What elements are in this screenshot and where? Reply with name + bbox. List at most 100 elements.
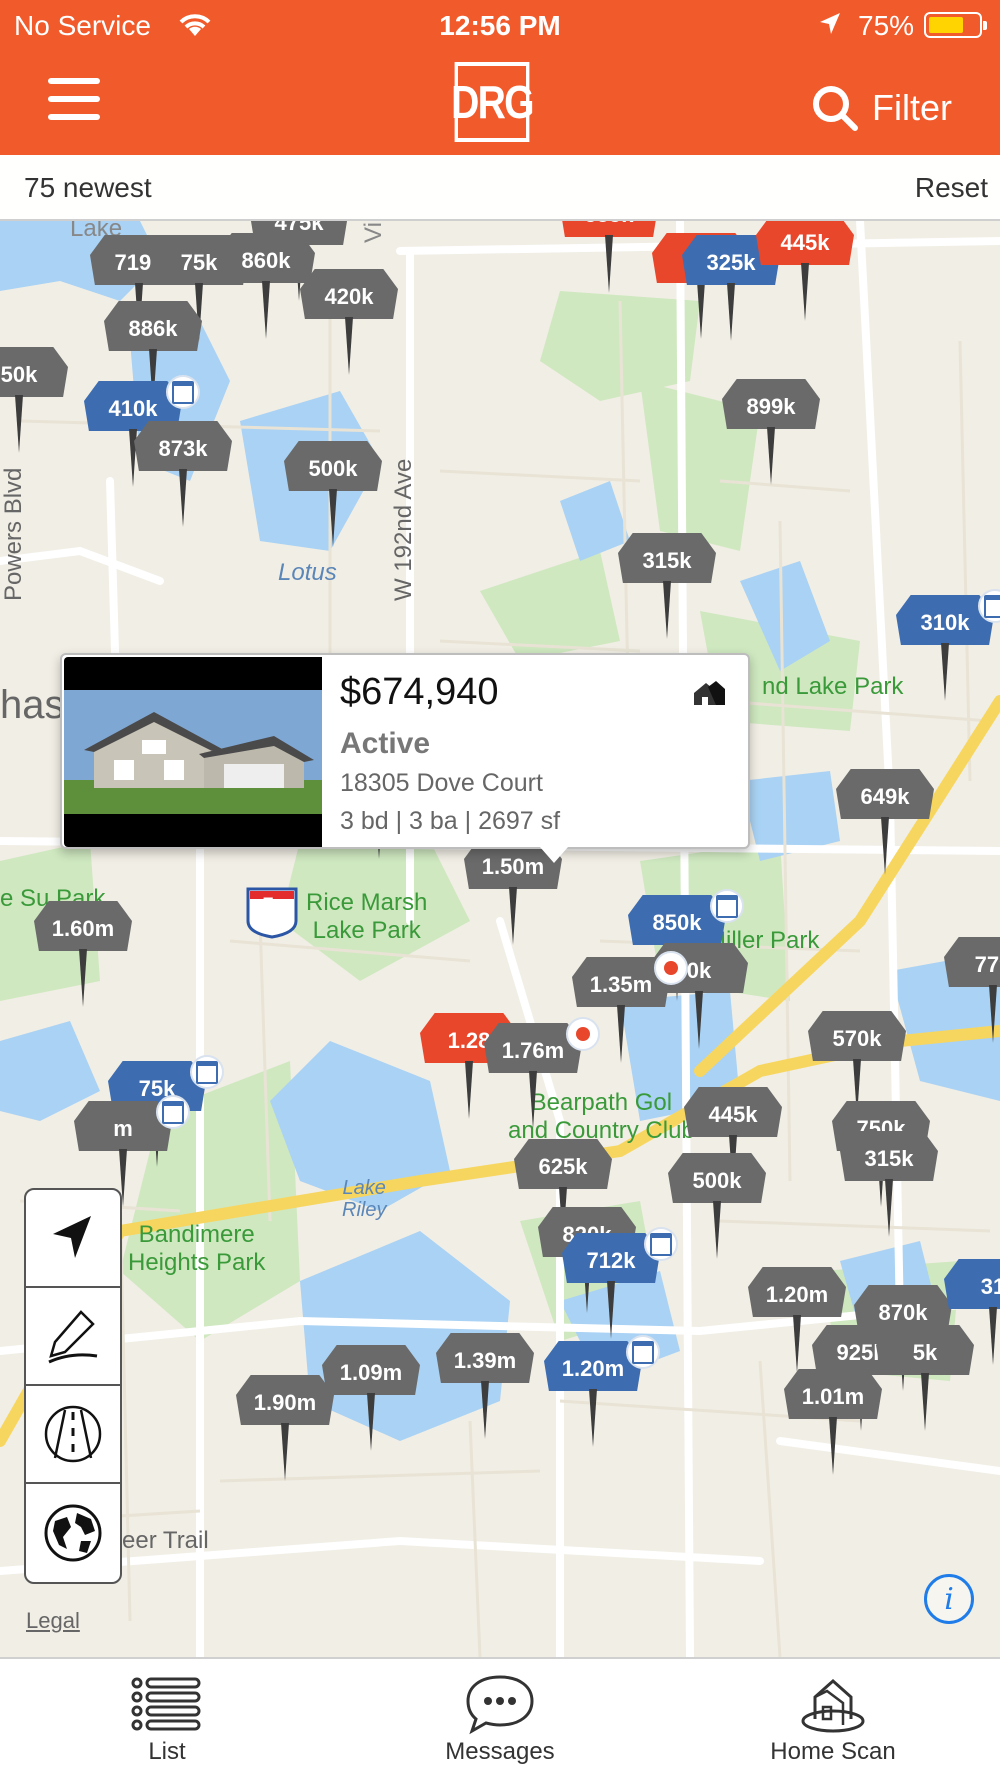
listing-pin-price: 1.39m	[436, 1333, 534, 1383]
info-button[interactable]: i	[924, 1574, 974, 1624]
listing-pin-stem	[589, 1389, 597, 1447]
listing-pin-price: 500k	[668, 1153, 766, 1203]
listing-pin[interactable]: 500k	[668, 1153, 766, 1263]
listing-pin-price: 1.20m	[748, 1267, 846, 1317]
battery-icon	[924, 12, 987, 38]
tab-list-label: List	[148, 1738, 186, 1765]
listing-pin[interactable]: 1.20m	[544, 1335, 660, 1451]
listing-pin-stem	[713, 1201, 721, 1259]
reset-button[interactable]: Reset	[915, 172, 988, 204]
listing-pin-price: 625k	[514, 1139, 612, 1189]
listing-pin-price: 779	[944, 937, 1000, 987]
open-house-calendar-icon	[190, 1055, 224, 1089]
filter-label: Filter	[872, 87, 952, 128]
listing-pin[interactable]: 712k	[562, 1227, 678, 1343]
listing-pin[interactable]: 5k	[876, 1325, 974, 1435]
listing-pin-price: 1.09m	[322, 1345, 420, 1395]
listing-pin[interactable]: 899k	[722, 379, 820, 489]
tab-messages-label: Messages	[445, 1738, 555, 1765]
listing-pin-stem	[941, 643, 949, 701]
listing-pin[interactable]: 1.90m	[236, 1375, 334, 1485]
listing-pin-price: 5k	[876, 1325, 974, 1375]
listing-pin-stem	[767, 427, 775, 485]
listing-pin-price: 535k	[560, 221, 658, 237]
listing-pin[interactable]: 310k	[896, 589, 1000, 705]
listing-pin-stem	[329, 489, 337, 547]
price-change-dot-icon	[566, 1017, 600, 1051]
listing-pin-price: 886k	[104, 301, 202, 351]
listing-pin-stem	[801, 263, 809, 321]
hamburger-icon	[48, 78, 100, 84]
listing-pin-price: 1.90m	[236, 1375, 334, 1425]
listing-pin[interactable]: 500k	[284, 441, 382, 551]
listing-pin-stem	[881, 817, 889, 875]
tab-home-scan[interactable]: Home Scan	[733, 1659, 933, 1778]
drg-logo: DRG	[451, 62, 535, 142]
listing-pin[interactable]: 315k	[840, 1131, 938, 1241]
listing-pin[interactable]: 1.50m	[464, 839, 562, 949]
tab-home-scan-label: Home Scan	[770, 1738, 896, 1765]
listing-pin[interactable]: 1.76m	[484, 1017, 600, 1133]
listing-pin[interactable]: 315k	[618, 533, 716, 643]
listing-pin-price: 315k	[618, 533, 716, 583]
road-view-button[interactable]	[26, 1386, 120, 1484]
lake-label-riley: Lake Riley	[342, 1177, 387, 1221]
listing-pin-price: 445k	[756, 221, 854, 265]
listing-pin-stem	[989, 985, 997, 1043]
menu-button[interactable]	[48, 78, 100, 124]
listing-pin-stem	[367, 1393, 375, 1451]
map-label-trail: eer Trail	[122, 1527, 209, 1554]
listing-pin-stem	[481, 1381, 489, 1439]
listing-pin-price: 1.01m	[784, 1369, 882, 1419]
listing-pin[interactable]: 420k	[300, 269, 398, 379]
listing-pin[interactable]: 779	[944, 937, 1000, 1047]
locate-me-button[interactable]	[26, 1190, 120, 1288]
listing-pin-price: 1.60m	[34, 901, 132, 951]
listing-pin-stem	[607, 1281, 615, 1339]
listing-pin-price: 420k	[300, 269, 398, 319]
listing-pin-price: 50k	[0, 347, 68, 397]
listing-pin[interactable]: 1.09m	[322, 1345, 420, 1455]
listing-pin[interactable]: 50k	[0, 347, 68, 457]
listing-pin-price: 500k	[284, 441, 382, 491]
listing-pin[interactable]: 1.01m	[784, 1369, 882, 1479]
listing-specs: 3 bd | 3 ba | 2697 sf	[340, 807, 561, 835]
listing-pin[interactable]: 445k	[756, 221, 854, 325]
listing-pin[interactable]: 1.39m	[436, 1333, 534, 1443]
open-house-calendar-icon	[156, 1095, 190, 1129]
listing-pin-price: 31	[944, 1259, 1000, 1309]
listing-pin[interactable]: 1.60m	[34, 901, 132, 1011]
open-house-calendar-icon	[644, 1227, 678, 1261]
map-type-button[interactable]	[26, 1484, 120, 1582]
price-change-dot-icon	[654, 951, 688, 985]
listing-pin-price: 445k	[684, 1087, 782, 1137]
tab-list[interactable]: List	[67, 1659, 267, 1778]
map-view[interactable]: Lake Vine H W 192nd Ave Powers Blvd Lotu…	[0, 221, 1000, 1657]
listing-pin[interactable]: 649k	[836, 769, 934, 879]
pencil-draw-icon	[48, 1310, 98, 1364]
location-services-icon	[820, 13, 840, 34]
legal-link[interactable]: Legal	[26, 1608, 80, 1634]
tab-messages[interactable]: Messages	[400, 1659, 600, 1778]
app-header: No Service 12:56 PM 75% DRG Filter	[0, 0, 1000, 155]
globe-icon	[44, 1504, 102, 1562]
listing-pin-stem	[663, 581, 671, 639]
listing-pin[interactable]: 535k	[560, 221, 658, 297]
filter-button[interactable]: Filter	[810, 80, 952, 136]
results-count: 75 newest	[24, 172, 152, 203]
listing-pin-stem	[617, 1005, 625, 1063]
location-arrow-icon	[53, 1216, 91, 1258]
search-icon	[813, 86, 858, 131]
listing-pin[interactable]: 873k	[134, 421, 232, 531]
listing-pin-stem	[793, 1315, 801, 1373]
status-time: 12:56 PM	[439, 10, 561, 41]
listing-pin-price: 570k	[808, 1011, 906, 1061]
home-scan-icon	[801, 1678, 865, 1733]
draw-area-button[interactable]	[26, 1288, 120, 1386]
map-label-powers: Powers Blvd	[0, 467, 27, 601]
listing-photo	[64, 657, 322, 847]
battery-percent: 75%	[858, 10, 915, 41]
listing-pin-stem	[829, 1417, 837, 1475]
road-icon	[44, 1405, 102, 1463]
listing-popup[interactable]: $674,940 Active 18305 Dove Court 3 bd | …	[60, 653, 750, 863]
